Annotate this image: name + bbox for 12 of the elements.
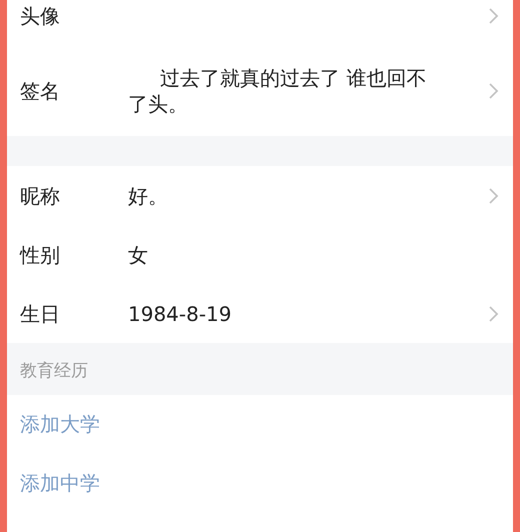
field-value: 过去了就真的过去了 谁也回不了头。 — [128, 64, 428, 116]
field-value: 好。 — [128, 182, 169, 208]
add-school-link[interactable]: 添加中学 — [7, 454, 513, 512]
field-value: 1984-8-19 — [128, 300, 233, 326]
field-label: 头像 — [20, 2, 61, 30]
add-school-link[interactable]: 添加大学 — [7, 394, 513, 454]
field-label: 签名 — [20, 78, 61, 104]
field-label: 昵称 — [20, 182, 61, 210]
field-label: 生日 — [20, 300, 61, 328]
field-label: 性别 — [20, 242, 61, 268]
section-header: 教育经历 — [7, 343, 513, 394]
field-value: 女 — [128, 242, 149, 268]
